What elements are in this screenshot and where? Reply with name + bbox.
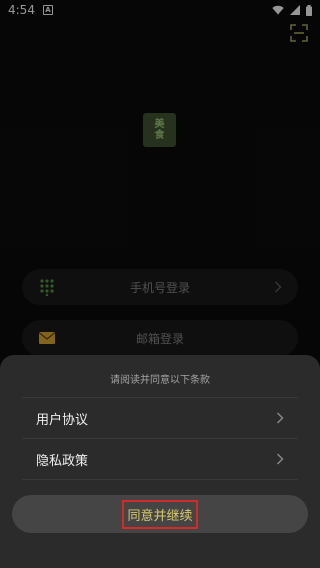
user-agreement-item[interactable]: 用户协议 [22,398,298,438]
user-agreement-label: 用户协议 [36,412,89,428]
privacy-policy-label: 隐私政策 [36,453,89,469]
chevron-right-icon [277,453,284,465]
privacy-policy-item[interactable]: 隐私政策 [22,439,298,479]
agree-continue-button[interactable]: 同意并继续 [12,495,308,533]
chevron-right-icon [277,412,284,424]
sheet-title: 请阅读并同意以下条款 [110,375,210,386]
divider [22,479,298,480]
agree-continue-label: 同意并继续 [122,499,198,529]
